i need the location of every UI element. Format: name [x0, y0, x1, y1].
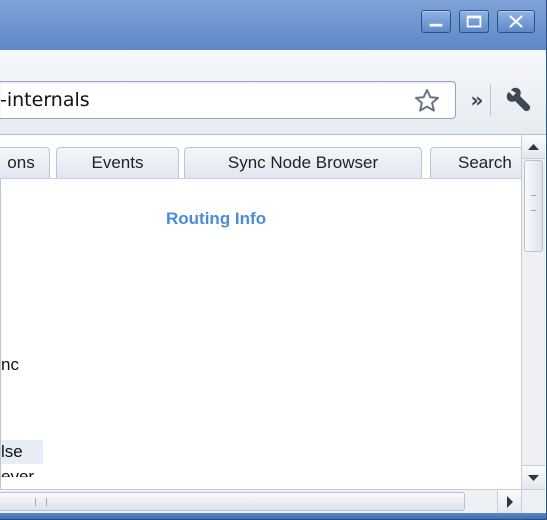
- minimize-button[interactable]: [421, 10, 451, 33]
- address-text: -internals: [0, 89, 90, 111]
- routing-info-heading: Routing Info: [166, 209, 267, 228]
- maximize-button[interactable]: [459, 10, 489, 33]
- scroll-grip: [531, 195, 536, 211]
- close-button[interactable]: [497, 10, 535, 33]
- horizontal-scrollbar[interactable]: [0, 489, 521, 514]
- horizontal-scroll-thumb[interactable]: [0, 492, 465, 511]
- chevron-right-icon: [507, 496, 513, 508]
- internals-tab-bar: ons Events Sync Node Browser Search: [0, 135, 521, 179]
- close-icon: [509, 15, 523, 28]
- scroll-corner: [521, 489, 545, 513]
- tab-search[interactable]: Search: [430, 147, 521, 178]
- window-bottom-edge: [0, 513, 546, 519]
- vertical-scroll-thumb[interactable]: [524, 160, 543, 252]
- scroll-right-button[interactable]: [497, 490, 521, 514]
- details-panel: Routing Info nc lse ever: [0, 179, 521, 489]
- toolbar-separator: [490, 84, 491, 116]
- browser-window: -internals » ons Events Sync Node Browse…: [0, 0, 547, 520]
- star-icon[interactable]: [412, 86, 442, 116]
- address-bar[interactable]: -internals: [0, 81, 456, 119]
- tab-sync-node-browser[interactable]: Sync Node Browser: [184, 147, 422, 178]
- chevron-down-icon: [528, 475, 539, 481]
- maximize-icon: [466, 15, 482, 28]
- page-content: ons Events Sync Node Browser Search Rout…: [0, 135, 546, 519]
- wrench-icon[interactable]: [500, 81, 536, 117]
- vertical-scrollbar[interactable]: [521, 135, 545, 489]
- tab-events[interactable]: Events: [56, 147, 179, 178]
- chevron-up-icon: [528, 144, 539, 150]
- horizontal-scroll-grip: [35, 498, 47, 506]
- browser-toolbar: -internals »: [0, 50, 546, 135]
- scroll-down-button[interactable]: [522, 465, 545, 489]
- minimize-icon: [429, 23, 443, 27]
- sync-row-text: nc: [1, 355, 19, 374]
- scroll-up-button[interactable]: [522, 135, 545, 159]
- tab-notifications[interactable]: ons: [0, 147, 50, 178]
- chevron-double-right-icon[interactable]: »: [465, 89, 489, 111]
- partially-visible-row: ever: [1, 467, 35, 486]
- title-bar: [0, 0, 546, 50]
- selected-value-row[interactable]: lse: [1, 440, 43, 464]
